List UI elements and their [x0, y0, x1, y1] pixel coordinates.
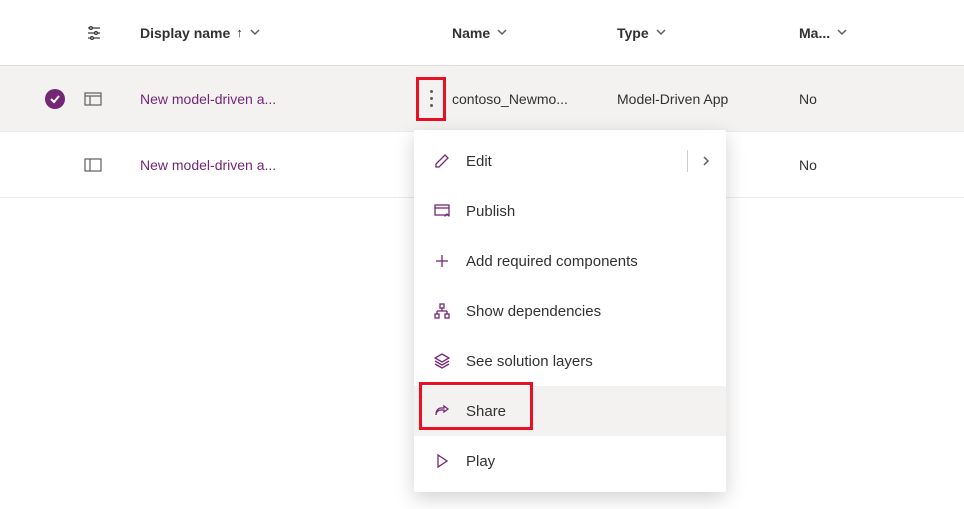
menu-item-label: Add required components	[466, 253, 638, 270]
share-icon	[432, 401, 452, 421]
cell-managed: No	[799, 91, 894, 107]
table-row[interactable]: New model-driven a... contoso_Newmo... M…	[0, 66, 964, 132]
menu-item-share[interactable]: Share	[414, 386, 726, 436]
publish-icon	[432, 201, 452, 221]
col-header-managed-label: Ma...	[799, 25, 830, 41]
checked-icon	[45, 89, 65, 109]
cell-name: contoso_Newmo...	[452, 91, 617, 107]
menu-item-label: See solution layers	[466, 353, 593, 370]
col-header-name[interactable]: Name	[452, 25, 617, 41]
menu-item-label: Publish	[466, 203, 515, 220]
col-header-type[interactable]: Type	[617, 25, 799, 41]
play-icon	[432, 451, 452, 471]
more-actions-button[interactable]	[419, 81, 443, 117]
cell-display-name[interactable]: New model-driven a...	[140, 157, 410, 173]
menu-item-show-dependencies[interactable]: Show dependencies	[414, 286, 726, 336]
layers-icon	[432, 351, 452, 371]
chevron-down-icon	[249, 25, 261, 41]
col-header-display-name-label: Display name	[140, 25, 230, 41]
col-header-type-label: Type	[617, 25, 649, 41]
component-type-icon	[80, 158, 140, 172]
menu-item-see-layers[interactable]: See solution layers	[414, 336, 726, 386]
col-customize[interactable]	[80, 23, 140, 43]
menu-item-label: Share	[466, 403, 506, 420]
cell-type: Model-Driven App	[617, 91, 799, 107]
cell-managed: No	[799, 157, 894, 173]
chevron-down-icon	[496, 25, 508, 41]
cell-display-name[interactable]: New model-driven a...	[140, 91, 410, 107]
component-type-icon	[80, 92, 140, 106]
menu-item-label: Show dependencies	[466, 303, 601, 320]
hierarchy-icon	[432, 301, 452, 321]
submenu-indicator	[687, 150, 712, 172]
customize-columns-icon	[84, 23, 104, 43]
menu-item-publish[interactable]: Publish	[414, 186, 726, 236]
table-header: Display name ↑ Name Type Ma...	[0, 0, 964, 66]
menu-item-play[interactable]: Play	[414, 436, 726, 486]
col-header-display-name[interactable]: Display name ↑	[140, 25, 410, 41]
pencil-icon	[432, 151, 452, 171]
row-select-checkbox[interactable]	[30, 89, 80, 109]
menu-item-label: Play	[466, 453, 495, 470]
col-header-managed[interactable]: Ma...	[799, 25, 894, 41]
plus-icon	[432, 251, 452, 271]
sort-asc-icon: ↑	[236, 25, 243, 40]
row-context-menu: Edit Publish Add required components Sho…	[414, 130, 726, 492]
menu-item-add-required[interactable]: Add required components	[414, 236, 726, 286]
chevron-right-icon	[700, 155, 712, 167]
col-header-name-label: Name	[452, 25, 490, 41]
chevron-down-icon	[655, 25, 667, 41]
menu-item-label: Edit	[466, 153, 492, 170]
highlight-more-actions	[416, 77, 446, 121]
menu-item-edit[interactable]: Edit	[414, 136, 726, 186]
chevron-down-icon	[836, 25, 848, 41]
